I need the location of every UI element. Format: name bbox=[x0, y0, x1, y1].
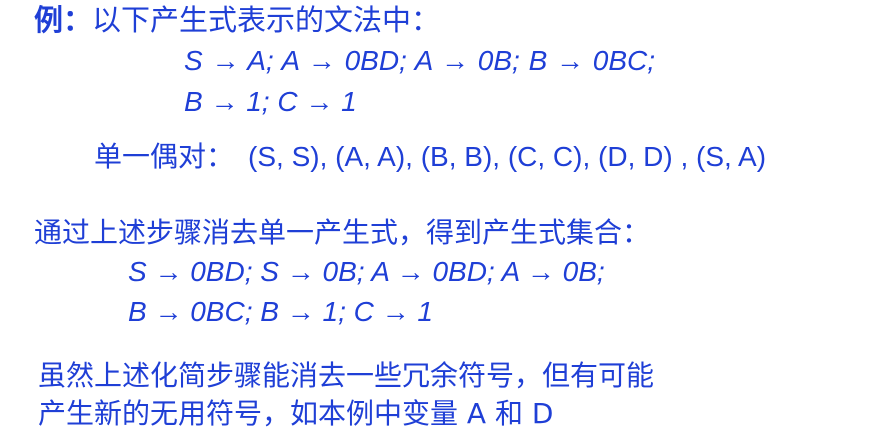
result-line-2: B → 0BC; B → 1; C → 1 bbox=[128, 296, 433, 327]
grammar-line-1: S → A; A → 0BD; A → 0B; B → 0BC; bbox=[184, 45, 656, 76]
example-intro-text: 以下产生式表示的文法中： bbox=[92, 3, 441, 37]
note-line-1: 虽然上述化简步骤能消去一些冗余符号，但有可能 bbox=[38, 359, 655, 392]
result-line-1: S → 0BD; S → 0B; A → 0BD; A → 0B; bbox=[128, 256, 605, 287]
unit-pairs-values: (S, S), (A, A), (B, B), (C, C), (D, D) ,… bbox=[248, 141, 767, 172]
result-intro: 通过上述步骤消去单一产生式，得到产生式集合： bbox=[34, 216, 651, 249]
grammar-line-2: B → 1; C → 1 bbox=[184, 86, 357, 117]
unit-pairs-label: 单一偶对： bbox=[94, 140, 235, 173]
example-label: 例 bbox=[34, 3, 64, 37]
example-intro: 例：以下产生式表示的文法中： bbox=[34, 3, 440, 37]
example-colon: ： bbox=[63, 3, 93, 37]
note-line-2: 产生新的无用符号，如本例中变量 A 和 D bbox=[38, 397, 554, 430]
unit-pairs-line: 单一偶对： (S, S), (A, A), (B, B), (C, C), (D,… bbox=[94, 140, 766, 174]
